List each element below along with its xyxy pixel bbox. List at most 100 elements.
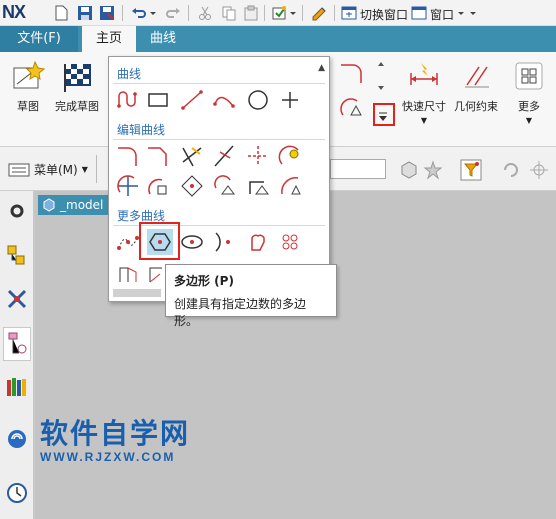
ellipse-icon[interactable] — [179, 229, 205, 255]
qat-customize-icon[interactable] — [468, 4, 478, 22]
fit-curve-icon[interactable] — [245, 229, 271, 255]
undo-dropdown-icon[interactable] — [148, 4, 158, 22]
more-dropdown-icon[interactable]: ▼ — [510, 116, 548, 125]
geometric-constraints-label: 几何约束 — [454, 100, 498, 113]
section-edit-curve-title: 编辑曲线 — [117, 123, 166, 137]
ribbon-tab-bar: 文件(F) 主页 曲线 — [0, 26, 556, 52]
resize-fillet-icon[interactable] — [277, 173, 303, 199]
web-browser-icon[interactable] — [3, 425, 31, 453]
cut-icon[interactable] — [196, 4, 214, 22]
move-curve-icon[interactable] — [115, 173, 141, 199]
tooltip-title: 多边形 (P) — [174, 274, 234, 288]
menu-label: 菜单(M) — [34, 163, 78, 177]
document-tab-label: _model — [60, 198, 104, 212]
paste-icon[interactable] — [242, 4, 260, 22]
touch-mode-icon[interactable] — [270, 4, 288, 22]
pattern-curve-icon[interactable] — [145, 173, 171, 199]
make-corner-icon[interactable] — [245, 143, 271, 169]
more-button[interactable]: 更多 ▼ — [510, 58, 548, 125]
sketch-label: 草图 — [17, 100, 39, 113]
watermark-title: 软件自学网 — [40, 417, 191, 450]
derived-lines-icon[interactable] — [179, 173, 205, 199]
quick-access-toolbar: NX 切换窗口 窗口 — [0, 0, 556, 26]
part-navigator-icon[interactable] — [3, 327, 31, 361]
ribbon-corner-icon[interactable] — [338, 60, 364, 86]
rapid-dimension-dropdown-icon[interactable]: ▼ — [398, 116, 450, 125]
part-cube-icon — [42, 198, 56, 218]
watermark: 软件自学网 WWW.RJZXW.COM — [40, 412, 190, 464]
gallery-scroll-down-icon[interactable] — [374, 82, 388, 94]
gallery-collapse-icon[interactable]: ▲ — [318, 63, 325, 73]
new-file-icon[interactable] — [52, 4, 70, 22]
nx-logo: NX — [2, 2, 26, 22]
tab-file[interactable]: 文件(F) — [0, 26, 78, 52]
profile-icon[interactable] — [115, 87, 141, 113]
geometric-constraints-icon — [458, 58, 494, 94]
section-curve-title: 曲线 — [117, 67, 142, 81]
rapid-dimension-button[interactable]: 快速尺寸 ▼ — [398, 58, 450, 125]
resource-bar — [0, 191, 34, 519]
point-plus-icon[interactable] — [277, 87, 303, 113]
selection-filter-dropdown[interactable] — [330, 159, 386, 179]
mirror-curve-icon[interactable] — [115, 261, 141, 287]
studio-spline-icon[interactable] — [115, 229, 141, 255]
history-clock-icon[interactable] — [3, 479, 31, 507]
line-icon[interactable] — [179, 87, 205, 113]
settings-gear-icon[interactable] — [3, 197, 31, 225]
rapid-dimension-label: 快速尺寸 — [402, 100, 446, 113]
point-set-icon[interactable] — [277, 229, 303, 255]
save-icon[interactable] — [76, 4, 94, 22]
arc-icon[interactable] — [211, 87, 237, 113]
switch-window-icon[interactable] — [340, 4, 358, 22]
corner-constraint-icon[interactable] — [245, 173, 271, 199]
gallery-resize-handle[interactable] — [113, 289, 161, 297]
chamfer-icon[interactable] — [145, 143, 171, 169]
sketch-button[interactable]: 草图 — [6, 58, 50, 114]
snap-cube-icon[interactable] — [396, 157, 422, 183]
tooltip-description: 创建具有指定边数的多边形。 — [174, 297, 307, 328]
rotate-icon[interactable] — [498, 157, 524, 183]
conic-icon[interactable] — [211, 229, 237, 255]
menu-button[interactable]: 菜单(M) ▼ — [8, 161, 88, 178]
reuse-library-icon[interactable] — [3, 373, 31, 401]
finish-sketch-button[interactable]: 完成草图 — [52, 58, 102, 114]
tab-home[interactable]: 主页 — [82, 26, 136, 52]
sketch-icon — [10, 58, 46, 94]
menu-icon — [8, 163, 30, 176]
rapid-dimension-icon — [406, 58, 442, 94]
scale-curve-icon[interactable] — [211, 173, 237, 199]
switch-window-label[interactable]: 切换窗口 — [360, 6, 408, 23]
window-menu-label[interactable]: 窗口 — [430, 6, 454, 23]
finish-sketch-label: 完成草图 — [55, 100, 99, 113]
filter-funnel-icon[interactable] — [458, 157, 484, 183]
window-dropdown-icon[interactable] — [456, 4, 466, 22]
copy-icon[interactable] — [220, 4, 238, 22]
polygon-tool-highlight — [139, 222, 180, 260]
quick-trim-icon[interactable] — [179, 143, 205, 169]
polygon-tooltip: 多边形 (P) 创建具有指定边数的多边形。 — [165, 264, 337, 328]
more-label: 更多 — [518, 100, 540, 113]
fillet-icon[interactable] — [115, 143, 141, 169]
touch-mode-dropdown-icon[interactable] — [288, 4, 298, 22]
tab-curve[interactable]: 曲线 — [138, 26, 188, 52]
watermark-url: WWW.RJZXW.COM — [40, 450, 176, 464]
quick-extend-icon[interactable] — [211, 143, 237, 169]
ribbon-constraint-icon[interactable] — [338, 94, 364, 120]
save-all-icon[interactable] — [98, 4, 116, 22]
redo-icon[interactable] — [164, 4, 182, 22]
more-icon — [511, 58, 547, 94]
constraint-navigator-icon[interactable] — [3, 285, 31, 313]
offset-curve-icon[interactable] — [277, 143, 303, 169]
pencil-eraser-icon[interactable] — [310, 4, 328, 22]
gallery-expand-highlight — [373, 103, 395, 126]
window-icon[interactable] — [410, 4, 428, 22]
circle-icon[interactable] — [245, 87, 271, 113]
assembly-navigator-icon[interactable] — [3, 241, 31, 269]
undo-icon[interactable] — [130, 4, 148, 22]
geometric-constraints-button[interactable]: 几何约束 — [450, 58, 502, 114]
rectangle-icon[interactable] — [145, 87, 171, 113]
crosshair-icon[interactable] — [526, 157, 552, 183]
snap-star-icon[interactable] — [420, 157, 446, 183]
menu-dropdown-icon[interactable]: ▼ — [82, 165, 88, 174]
gallery-scroll-up-icon[interactable] — [374, 58, 388, 70]
